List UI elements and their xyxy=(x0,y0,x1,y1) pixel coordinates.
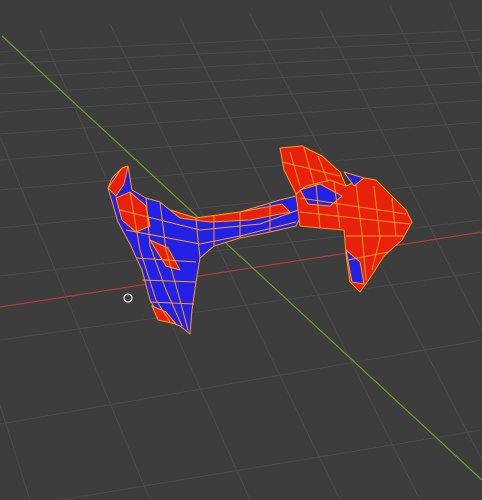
mesh-object[interactable] xyxy=(107,145,413,335)
viewport-canvas[interactable] xyxy=(0,0,482,500)
y-axis-line xyxy=(1,35,482,481)
3d-viewport[interactable] xyxy=(0,0,482,500)
floor-grid xyxy=(0,1,482,500)
3d-cursor-icon[interactable] xyxy=(123,293,133,303)
